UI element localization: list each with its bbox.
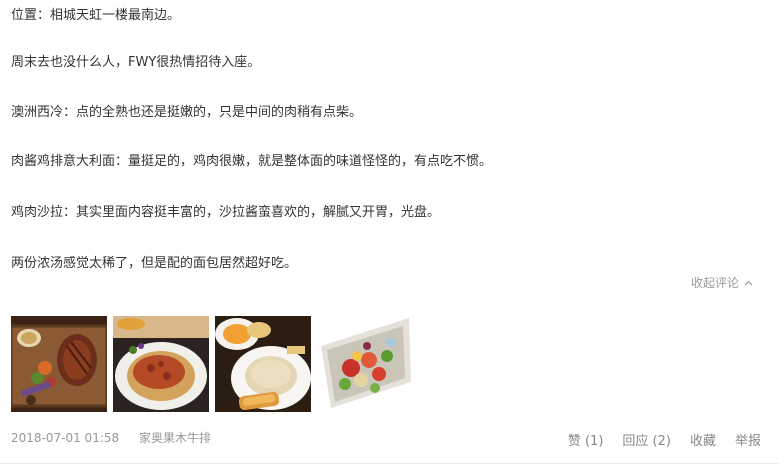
steak-board-photo[interactable] [11, 316, 107, 412]
review-paragraph-location: 位置：相城天虹一楼最南边。 [11, 8, 181, 23]
report-button[interactable]: 举报 [735, 430, 761, 449]
chicken-salad-photo[interactable] [317, 316, 413, 412]
reply-button[interactable]: 回应 (2) [622, 430, 671, 449]
chicken-pasta-photo[interactable] [113, 316, 209, 412]
like-button[interactable]: 赞 (1) [568, 430, 604, 449]
review-paragraph-soup: 两份浓汤感觉太稀了，但是配的面包居然超好吃。 [11, 256, 298, 271]
review-date: 2018-07-01 01:58 [11, 431, 120, 445]
review-paragraph-service: 周末去也没什么人，FWY很热情招待入座。 [11, 55, 261, 70]
shop-name[interactable]: 家奥果木牛排 [139, 431, 211, 445]
divider [0, 463, 779, 464]
review-actions: 赞 (1) 回应 (2) 收藏 举报 [568, 430, 761, 449]
soup-and-bread-photo[interactable] [215, 316, 311, 412]
chevron-up-icon [744, 280, 753, 285]
review-meta: 2018-07-01 01:58 家奥果木牛排 [11, 429, 211, 446]
favorite-button[interactable]: 收藏 [690, 430, 716, 449]
review-paragraph-pasta: 肉酱鸡排意大利面：量挺足的，鸡肉很嫩，就是整体面的味道怪怪的，有点吃不惯。 [11, 154, 493, 169]
collapse-review-button[interactable]: 收起评论 [691, 274, 753, 291]
review-paragraph-sirloin: 澳洲西冷：点的全熟也还是挺嫩的，只是中间的肉稍有点柴。 [11, 105, 363, 120]
review-photo-gallery [11, 316, 413, 412]
collapse-review-label: 收起评论 [690, 276, 739, 290]
review-paragraph-salad: 鸡肉沙拉：其实里面内容挺丰富的，沙拉酱蛮喜欢的，解腻又开胃，光盘。 [11, 205, 441, 220]
